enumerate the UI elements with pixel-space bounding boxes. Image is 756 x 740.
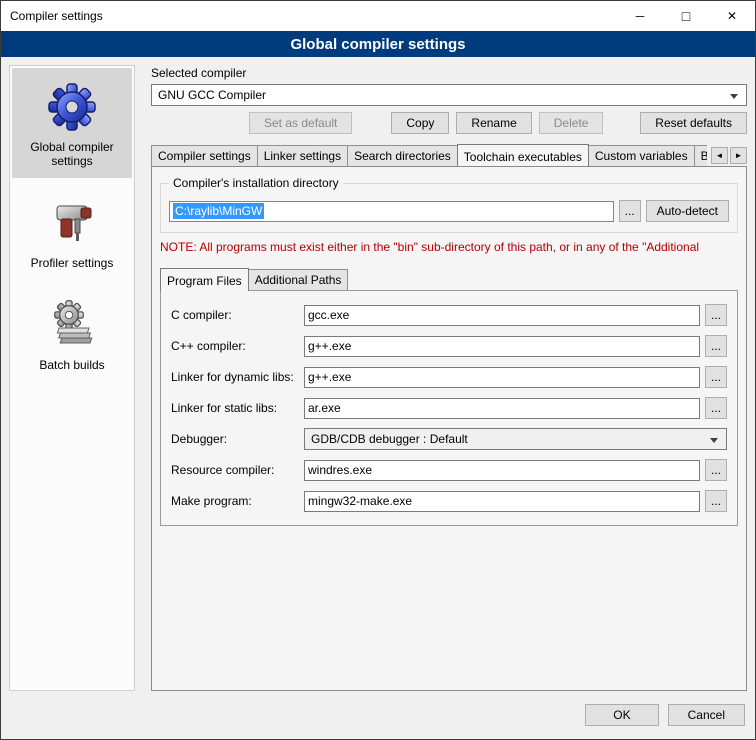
resource-compiler-value: windres.exe [308,463,372,477]
program-files-tabstrip: Program Files Additional Paths [160,268,738,290]
linker-static-row: Linker for static libs: ar.exe ... [171,397,727,419]
make-program-value: mingw32-make.exe [308,494,412,508]
cpp-compiler-row: C++ compiler: g++.exe ... [171,335,727,357]
c-compiler-label: C compiler: [171,308,299,322]
settings-content: Selected compiler GNU GCC Compiler Set a… [151,65,747,691]
tab-linker-settings[interactable]: Linker settings [257,145,348,166]
installation-directory-label: Compiler's installation directory [169,176,343,190]
tab-scroll-left-icon[interactable]: ◄ [711,147,728,164]
resource-compiler-input[interactable]: windres.exe [304,460,700,481]
make-program-browse-button[interactable]: ... [705,490,727,512]
debugger-value: GDB/CDB debugger : Default [311,432,468,446]
cpp-compiler-input[interactable]: g++.exe [304,336,700,357]
cpp-compiler-label: C++ compiler: [171,339,299,353]
copy-button[interactable]: Copy [391,112,449,134]
minimize-button[interactable]: ─ [617,1,663,31]
sidebar-item-label: Batch builds [39,358,104,372]
cancel-button[interactable]: Cancel [668,704,745,726]
c-compiler-row: C compiler: gcc.exe ... [171,304,727,326]
linker-dynamic-input[interactable]: g++.exe [304,367,700,388]
resource-compiler-row: Resource compiler: windres.exe ... [171,459,727,481]
tab-search-directories[interactable]: Search directories [347,145,458,166]
tab-scroll-right-icon[interactable]: ► [730,147,747,164]
tab-compiler-settings[interactable]: Compiler settings [151,145,258,166]
subtab-additional-paths[interactable]: Additional Paths [248,269,349,290]
compiler-settings-window: Compiler settings ─ □ ✕ Global compiler … [0,0,756,740]
c-compiler-value: gcc.exe [308,308,349,322]
compiler-action-buttons: Set as default Copy Rename Delete Reset … [151,112,747,134]
maximize-button[interactable]: □ [663,1,709,31]
sidebar-item-label: Global compiler settings [16,140,128,168]
linker-static-value: ar.exe [308,401,341,415]
sidebar-item-label: Profiler settings [31,256,114,270]
installation-directory-row: C:\raylib\MinGW ... Auto-detect [169,200,729,222]
cpp-compiler-browse-button[interactable]: ... [705,335,727,357]
linker-dynamic-value: g++.exe [308,370,351,384]
dialog-body: Global compiler settings Profiler settin… [1,57,755,699]
cpp-compiler-value: g++.exe [308,339,351,353]
chevron-down-icon [710,438,718,443]
make-program-input[interactable]: mingw32-make.exe [304,491,700,512]
linker-dynamic-browse-button[interactable]: ... [705,366,727,388]
resource-compiler-browse-button[interactable]: ... [705,459,727,481]
tab-toolchain-executables[interactable]: Toolchain executables [457,144,589,166]
program-files-panel: C compiler: gcc.exe ... C++ compiler: g+… [160,290,738,526]
chevron-down-icon [730,94,738,99]
c-compiler-input[interactable]: gcc.exe [304,305,700,326]
window-controls: ─ □ ✕ [617,1,755,31]
install-dir-value: C:\raylib\MinGW [173,203,264,219]
rename-button[interactable]: Rename [456,112,531,134]
resource-compiler-label: Resource compiler: [171,463,299,477]
toolchain-executables-panel: Compiler's installation directory C:\ray… [151,166,747,691]
debugger-row: Debugger: GDB/CDB debugger : Default [171,428,727,450]
linker-static-browse-button[interactable]: ... [705,397,727,419]
compiler-combobox[interactable]: GNU GCC Compiler [151,84,747,106]
delete-button[interactable]: Delete [539,112,604,134]
dialog-banner: Global compiler settings [1,31,755,57]
reset-defaults-button[interactable]: Reset defaults [640,112,747,134]
install-dir-input[interactable]: C:\raylib\MinGW [169,201,614,222]
set-as-default-button[interactable]: Set as default [249,112,352,134]
dialog-footer: OK Cancel [1,699,755,739]
auto-detect-button[interactable]: Auto-detect [646,200,729,222]
sidebar-item-profiler-settings[interactable]: Profiler settings [12,184,132,280]
tab-build-options[interactable]: Build options [694,145,707,166]
make-program-row: Make program: mingw32-make.exe ... [171,490,727,512]
tab-custom-variables[interactable]: Custom variables [588,145,695,166]
linker-static-input[interactable]: ar.exe [304,398,700,419]
sidebar-item-batch-builds[interactable]: Batch builds [12,286,132,382]
ok-button[interactable]: OK [585,704,658,726]
profiler-tool-icon [45,196,99,250]
install-dir-browse-button[interactable]: ... [619,200,641,222]
sidebar-item-global-compiler-settings[interactable]: Global compiler settings [12,68,132,178]
make-program-label: Make program: [171,494,299,508]
blue-gear-icon [45,80,99,134]
settings-tabstrip: Compiler settings Linker settings Search… [151,144,747,166]
debugger-label: Debugger: [171,432,299,446]
linker-dynamic-label: Linker for dynamic libs: [171,370,299,384]
c-compiler-browse-button[interactable]: ... [705,304,727,326]
close-button[interactable]: ✕ [709,1,755,31]
installation-directory-group: Compiler's installation directory C:\ray… [160,183,738,233]
note-text: NOTE: All programs must exist either in … [160,240,738,254]
compiler-combobox-value: GNU GCC Compiler [158,88,266,102]
gray-gear-sheets-icon [45,298,99,352]
titlebar: Compiler settings ─ □ ✕ [1,1,755,31]
linker-dynamic-row: Linker for dynamic libs: g++.exe ... [171,366,727,388]
linker-static-label: Linker for static libs: [171,401,299,415]
tab-scroll-buttons: ◄ ► [711,147,747,166]
window-title: Compiler settings [10,9,103,23]
settings-tabs: Compiler settings Linker settings Search… [151,144,707,166]
selected-compiler-label: Selected compiler [151,66,747,80]
subtab-program-files[interactable]: Program Files [160,268,249,291]
settings-category-list: Global compiler settings Profiler settin… [9,65,135,691]
debugger-combobox[interactable]: GDB/CDB debugger : Default [304,428,727,450]
